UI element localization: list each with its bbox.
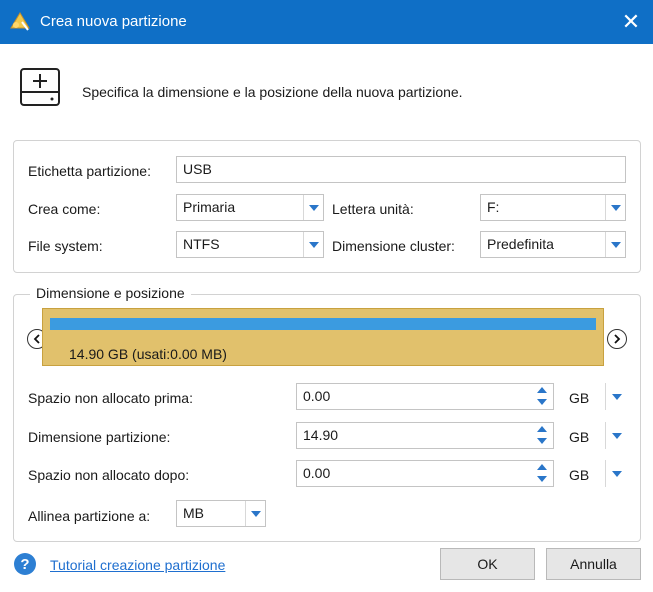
- partition-bar-fill: [50, 318, 596, 330]
- close-button[interactable]: ✕: [609, 0, 653, 44]
- chevron-down-icon[interactable]: [605, 195, 625, 220]
- align-partition-label: Allinea partizione a:: [28, 508, 151, 524]
- unit-label: GB: [569, 390, 590, 406]
- close-icon: ✕: [621, 9, 641, 34]
- dialog-description: Specifica la dimensione e la posizione d…: [82, 84, 463, 100]
- partition-bar-caption: 14.90 GB (usati:0.00 MB): [69, 346, 227, 362]
- unit-label: GB: [569, 429, 590, 445]
- cluster-size-select[interactable]: Predefinita: [480, 231, 626, 258]
- file-system-value: NTFS: [183, 236, 220, 252]
- partition-label-label: Etichetta partizione:: [28, 163, 151, 179]
- create-as-select[interactable]: Primaria: [176, 194, 324, 221]
- tutorial-link[interactable]: Tutorial creazione partizione: [50, 557, 225, 573]
- chevron-down-icon[interactable]: [303, 195, 323, 220]
- dialog-title: Crea nuova partizione: [40, 13, 187, 30]
- cluster-size-label: Dimensione cluster:: [332, 238, 455, 254]
- drive-letter-value: F:: [487, 199, 500, 215]
- file-system-label: File system:: [28, 238, 103, 254]
- create-as-label: Crea come:: [28, 201, 101, 217]
- align-partition-select[interactable]: MB: [176, 500, 266, 527]
- cluster-size-value: Predefinita: [487, 236, 554, 252]
- help-icon[interactable]: ?: [14, 553, 36, 575]
- chevron-down-icon[interactable]: [303, 232, 323, 257]
- unallocated-before-label: Spazio non allocato prima:: [28, 390, 193, 406]
- unallocated-after-label: Spazio non allocato dopo:: [28, 467, 190, 483]
- spinner-arrows[interactable]: [531, 461, 553, 486]
- partition-size-label: Dimensione partizione:: [28, 429, 171, 445]
- partition-label-input[interactable]: USB: [176, 156, 626, 183]
- unallocated-before-input[interactable]: 0.00: [296, 383, 554, 410]
- align-partition-value: MB: [183, 505, 204, 521]
- cancel-button[interactable]: Annulla: [546, 548, 641, 580]
- unit-dropdown[interactable]: [605, 383, 627, 410]
- chevron-down-icon[interactable]: [605, 232, 625, 257]
- unit-label: GB: [569, 467, 590, 483]
- drive-letter-select[interactable]: F:: [480, 194, 626, 221]
- drive-letter-label: Lettera unità:: [332, 201, 414, 217]
- unallocated-before-value: 0.00: [303, 388, 331, 404]
- unit-dropdown[interactable]: [605, 422, 627, 449]
- unallocated-after-input[interactable]: 0.00: [296, 460, 554, 487]
- partition-size-input[interactable]: 14.90: [296, 422, 554, 449]
- add-drive-icon: [20, 68, 60, 106]
- arrow-left-icon: [33, 334, 40, 344]
- spinner-arrows[interactable]: [531, 384, 553, 409]
- dialog-header: Specifica la dimensione e la posizione d…: [16, 64, 637, 116]
- partition-wizard-app-icon: [10, 12, 30, 31]
- create-as-value: Primaria: [183, 199, 236, 215]
- file-system-select[interactable]: NTFS: [176, 231, 324, 258]
- ok-button[interactable]: OK: [440, 548, 535, 580]
- spinner-arrows[interactable]: [531, 423, 553, 448]
- unallocated-after-value: 0.00: [303, 465, 331, 481]
- arrow-right-button[interactable]: [607, 329, 627, 349]
- size-position-legend: Dimensione e posizione: [30, 285, 191, 301]
- unit-dropdown[interactable]: [605, 460, 627, 487]
- arrow-right-icon: [614, 334, 621, 344]
- title-bar: Crea nuova partizione ✕: [0, 0, 653, 44]
- partition-size-bar[interactable]: 14.90 GB (usati:0.00 MB): [42, 308, 604, 366]
- partition-size-value: 14.90: [303, 427, 339, 443]
- chevron-down-icon[interactable]: [245, 501, 265, 526]
